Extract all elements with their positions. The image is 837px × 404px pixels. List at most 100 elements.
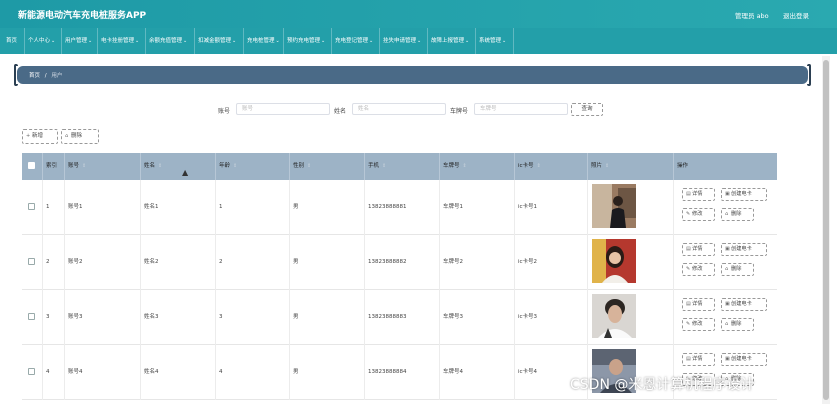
create-card-button[interactable]: ▣ 创建电卡: [721, 298, 767, 311]
row-select[interactable]: [22, 345, 43, 400]
cell-age: 3: [216, 290, 290, 345]
add-button[interactable]: + 新增: [22, 129, 58, 144]
edit-button[interactable]: ✎ 修改: [682, 318, 715, 331]
row-checkbox[interactable]: [28, 203, 35, 210]
create-card-label: 创建电卡: [731, 301, 752, 307]
cell-plate: 车牌号3: [440, 290, 515, 345]
header-label: 照片: [591, 163, 603, 169]
sort-icon[interactable]: ⇕: [382, 163, 386, 169]
nav-item-label: 挂失申请管理: [383, 38, 417, 44]
detail-button[interactable]: ▤ 详情: [682, 353, 715, 366]
chevron-down-icon: ⌄: [502, 38, 507, 44]
create-card-button[interactable]: ▣ 创建电卡: [721, 188, 767, 201]
pencil-icon: ✎: [686, 321, 691, 327]
row-delete-button[interactable]: ⌂ 删除: [721, 318, 754, 331]
nav-item-users[interactable]: 用户管理⌄: [62, 28, 98, 54]
chevron-down-icon: ⌄: [417, 38, 422, 44]
nav-item-home[interactable]: 首页: [0, 28, 25, 54]
row-select[interactable]: [22, 180, 43, 235]
detail-button[interactable]: ▤ 详情: [682, 243, 715, 256]
plate-input[interactable]: 车牌号: [474, 103, 568, 115]
delete-button[interactable]: ⌂ 删除: [61, 129, 99, 144]
breadcrumb-separator: /: [44, 73, 47, 79]
trash-icon: ⌂: [725, 211, 729, 217]
cell-age: 2: [216, 235, 290, 290]
header-photo[interactable]: 照片 ⇕: [588, 153, 674, 180]
edit-label: 修改: [692, 266, 703, 272]
row-select[interactable]: [22, 290, 43, 345]
cell-gender: 男: [290, 345, 365, 400]
row-checkbox[interactable]: [28, 313, 35, 320]
nav-item-fault-report[interactable]: 故障上报管理⌄: [428, 28, 476, 54]
cell-plate: 车牌号1: [440, 180, 515, 235]
nav-item-label: 电卡挂册管理: [101, 38, 135, 44]
header-name[interactable]: 姓名 ⇕: [141, 153, 216, 180]
detail-button[interactable]: ▤ 详情: [682, 298, 715, 311]
cell-name: 姓名1: [141, 180, 216, 235]
nav-item-card-register[interactable]: 电卡挂册管理⌄: [98, 28, 146, 54]
header-ic[interactable]: ic卡号 ⇕: [515, 153, 588, 180]
sort-icon[interactable]: ⇕: [537, 163, 541, 169]
sort-icon[interactable]: ⇕: [463, 163, 467, 169]
search-button[interactable]: 查询: [571, 103, 603, 116]
header-age[interactable]: 年龄 ⇕: [216, 153, 290, 180]
name-label: 姓名: [334, 108, 347, 115]
chevron-down-icon: ⌄: [51, 38, 56, 44]
nav-item-charge-log[interactable]: 充电登记管理⌄: [332, 28, 380, 54]
account-input[interactable]: 账号: [236, 103, 330, 115]
sort-icon[interactable]: ⇕: [233, 163, 237, 169]
card-icon: ▣: [725, 246, 730, 252]
create-card-button[interactable]: ▣ 创建电卡: [721, 243, 767, 256]
row-select[interactable]: [22, 235, 43, 290]
nav-item-system[interactable]: 系统管理⌄: [476, 28, 514, 54]
cell-age: 4: [216, 345, 290, 400]
select-all-checkbox[interactable]: [28, 162, 35, 169]
row-checkbox[interactable]: [28, 368, 35, 375]
detail-button[interactable]: ▤ 详情: [682, 188, 715, 201]
cell-index: 2: [43, 235, 65, 290]
cell-gender: 男: [290, 290, 365, 345]
document-icon: ▤: [686, 246, 691, 252]
nav-item-loss-report[interactable]: 挂失申请管理⌄: [380, 28, 428, 54]
breadcrumb-home[interactable]: 首页: [29, 73, 40, 79]
sort-icon[interactable]: ⇕: [158, 163, 162, 169]
row-delete-label: 删除: [731, 321, 742, 327]
row-delete-button[interactable]: ⌂ 删除: [721, 208, 754, 221]
sort-icon[interactable]: ⇕: [605, 163, 609, 169]
nav-item-reservation[interactable]: 预约充电管理⌄: [284, 28, 332, 54]
scrollbar-thumb[interactable]: [823, 60, 829, 400]
create-card-label: 创建电卡: [731, 356, 752, 362]
cell-account: 账号2: [65, 235, 141, 290]
nav-item-recharge[interactable]: 余额充值管理⌄: [146, 28, 195, 54]
edit-button[interactable]: ✎ 修改: [682, 263, 715, 276]
header-gender[interactable]: 性别 ⇕: [290, 153, 365, 180]
document-icon: ▤: [686, 191, 691, 197]
nav-item-label: 故障上报管理: [431, 38, 465, 44]
header-label: 姓名: [144, 163, 156, 169]
plate-label: 车牌号: [450, 108, 469, 115]
logout-link[interactable]: 退出登录: [783, 10, 809, 20]
sort-icon[interactable]: ⇕: [82, 163, 86, 169]
cell-phone: 13823888882: [365, 235, 440, 290]
user-photo: [592, 239, 636, 283]
row-delete-button[interactable]: ⌂ 删除: [721, 263, 754, 276]
header-phone[interactable]: 手机 ⇕: [365, 153, 440, 180]
header-plate[interactable]: 车牌号 ⇕: [440, 153, 515, 180]
create-card-button[interactable]: ▣ 创建电卡: [721, 353, 767, 366]
breadcrumb: 首页 / 用户: [14, 64, 811, 86]
header-account[interactable]: 账号 ⇕: [65, 153, 141, 180]
row-delete-label: 删除: [731, 211, 742, 217]
name-input[interactable]: 姓名: [352, 103, 446, 115]
nav-item-label: 扣减金额管理: [198, 38, 232, 44]
nav-item-charger[interactable]: 充电桩管理⌄: [244, 28, 284, 54]
row-checkbox[interactable]: [28, 258, 35, 265]
document-icon: ▤: [686, 301, 691, 307]
cell-account: 账号1: [65, 180, 141, 235]
page-scrollbar[interactable]: [822, 56, 830, 404]
nav-item-deduction[interactable]: 扣减金额管理⌄: [195, 28, 244, 54]
sort-icon[interactable]: ⇕: [307, 163, 311, 169]
header-select-all[interactable]: [22, 153, 43, 180]
edit-button[interactable]: ✎ 修改: [682, 208, 715, 221]
nav-item-profile[interactable]: 个人中心⌄: [25, 28, 62, 54]
create-card-label: 创建电卡: [731, 191, 752, 197]
